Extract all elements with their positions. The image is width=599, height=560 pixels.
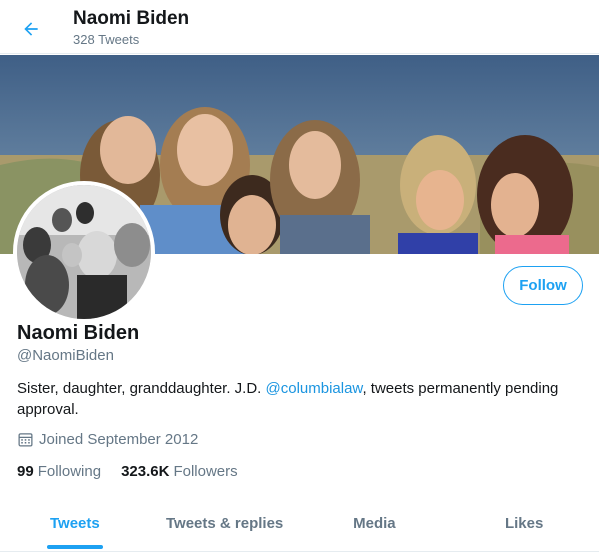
tab-tweets-replies-label: Tweets & replies — [165, 515, 284, 532]
followers-stat[interactable]: 323.6K Followers — [121, 463, 238, 480]
tab-media[interactable]: Media — [300, 496, 450, 551]
followers-label: Followers — [173, 463, 238, 480]
active-tab-indicator — [46, 545, 103, 549]
profile-bio: Sister, daughter, granddaughter. J.D. @c… — [17, 378, 577, 420]
followers-count: 323.6K — [121, 463, 170, 480]
following-count: 99 — [17, 463, 34, 480]
bio-text: Sister, daughter, granddaughter. J.D. — [17, 380, 266, 397]
tweet-count: 328 Tweets — [73, 32, 140, 47]
avatar[interactable] — [13, 181, 155, 323]
profile-handle: @NaomiBiden — [17, 347, 114, 364]
profile-stats: 99 Following 323.6K Followers — [17, 463, 258, 480]
following-label: Following — [37, 463, 102, 480]
tab-tweets[interactable]: Tweets — [0, 496, 150, 551]
back-button[interactable] — [14, 12, 48, 46]
following-stat[interactable]: 99 Following — [17, 463, 101, 480]
joined-date: Joined September 2012 — [17, 431, 198, 448]
follow-button[interactable]: Follow — [503, 266, 583, 305]
joined-text: Joined September 2012 — [39, 431, 199, 448]
calendar-icon — [18, 433, 33, 447]
profile-name: Naomi Biden — [17, 322, 140, 344]
bio-mention-link[interactable]: @columbialaw — [266, 380, 363, 397]
tab-tweets-label: Tweets — [50, 515, 100, 532]
tab-likes[interactable]: Likes — [449, 496, 599, 551]
profile-tabs: Tweets Tweets & replies Media Likes — [0, 496, 599, 552]
page-title: Naomi Biden — [73, 8, 190, 29]
tab-likes-label: Likes — [504, 515, 544, 532]
tab-media-label: Media — [353, 515, 396, 532]
tab-tweets-replies[interactable]: Tweets & replies — [150, 496, 300, 551]
top-bar: Naomi Biden 328 Tweets — [0, 0, 599, 54]
arrow-left-icon — [24, 22, 38, 36]
